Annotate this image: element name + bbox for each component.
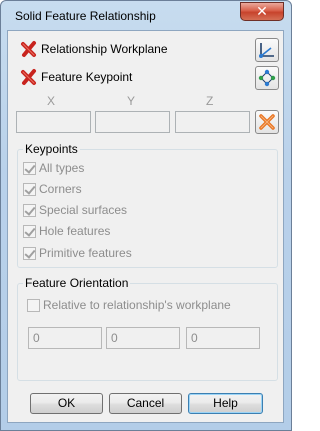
red-x-icon	[21, 41, 36, 57]
feature-orientation-group-title: Feature Orientation	[23, 276, 131, 290]
checkbox[interactable]	[23, 203, 36, 217]
orange-cross-icon	[259, 114, 275, 130]
workplane-axes-icon	[259, 43, 274, 58]
orientation-field-2[interactable]: 0	[106, 327, 180, 349]
feature-keypoint-row: Feature Keypoint	[20, 68, 132, 86]
checkbox-label: Relative to relationship's workplane	[43, 298, 231, 312]
keypoint-option-primitive-features[interactable]: Primitive features	[23, 246, 132, 260]
z-axis-label: Z	[206, 94, 214, 108]
red-x-icon	[21, 69, 36, 85]
keypoint-option-all-types[interactable]: All types	[23, 161, 84, 175]
checkbox-label: All types	[39, 161, 85, 175]
close-icon: ✕	[256, 3, 268, 19]
checkbox-label: Special surfaces	[39, 203, 128, 217]
relationship-workplane-row: Relationship Workplane	[20, 40, 168, 58]
keypoints-group-title: Keypoints	[23, 142, 80, 156]
x-coordinate-field[interactable]	[16, 111, 91, 133]
relationship-workplane-label: Relationship Workplane	[41, 42, 168, 56]
orientation-field-1[interactable]: 0	[28, 327, 102, 349]
relative-to-workplane-option[interactable]: Relative to relationship's workplane	[27, 298, 231, 312]
checkbox-label: Corners	[39, 182, 82, 196]
workplane-select-button[interactable]	[255, 38, 279, 62]
keypoint-points-icon	[258, 69, 276, 87]
keypoint-select-button[interactable]	[255, 66, 279, 90]
checkbox-label: Hole features	[39, 224, 111, 238]
keypoint-option-hole-features[interactable]: Hole features	[23, 224, 110, 238]
clear-coordinates-button[interactable]	[255, 110, 279, 134]
title-bar[interactable]: Solid Feature Relationship ✕	[1, 1, 291, 31]
y-coordinate-field[interactable]	[95, 111, 170, 133]
checkbox[interactable]	[27, 298, 40, 312]
z-coordinate-field[interactable]	[175, 111, 250, 133]
close-button[interactable]: ✕	[240, 2, 284, 21]
cancel-button[interactable]: Cancel	[109, 393, 182, 414]
feature-keypoint-label: Feature Keypoint	[41, 70, 133, 84]
keypoint-option-special-surfaces[interactable]: Special surfaces	[23, 203, 127, 217]
checkbox[interactable]	[23, 182, 36, 196]
window-title: Solid Feature Relationship	[15, 9, 156, 23]
keypoint-option-corners[interactable]: Corners	[23, 182, 82, 196]
checkbox[interactable]	[23, 224, 36, 238]
checkbox[interactable]	[23, 246, 36, 260]
checkbox[interactable]	[23, 161, 36, 175]
x-axis-label: X	[47, 94, 56, 108]
checkbox-label: Primitive features	[39, 246, 132, 260]
ok-button[interactable]: OK	[30, 393, 103, 414]
help-button[interactable]: Help	[188, 393, 263, 414]
orientation-field-3[interactable]: 0	[186, 327, 260, 349]
y-axis-label: Y	[127, 94, 136, 108]
